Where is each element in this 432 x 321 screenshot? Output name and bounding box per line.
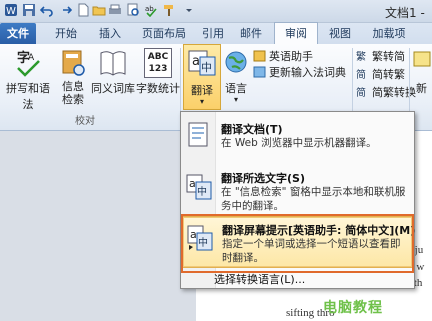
tab-mailings[interactable]: 邮件 [234, 23, 268, 44]
svg-text:a: a [192, 54, 200, 69]
word-count-button[interactable]: ABC 123 字数统计 [136, 48, 180, 96]
spelling-icon[interactable]: ab [144, 3, 158, 17]
svg-text:a: a [189, 177, 196, 190]
tab-addins[interactable]: 加载项 [364, 23, 414, 44]
menu-item-translate-document[interactable]: 翻译文档(T) 在 Web 浏览器中显示机器翻译。 [181, 118, 414, 156]
tab-file[interactable]: 文件 [0, 23, 36, 44]
svg-text:A: A [28, 53, 35, 63]
spelling-grammar-icon: 字A [14, 48, 42, 78]
translate-label: 翻译 [191, 84, 213, 97]
tab-view[interactable]: 视图 [322, 23, 358, 44]
update-dictionary-icon [253, 66, 266, 78]
svg-text:繁: 繁 [356, 50, 366, 62]
menu-item-title: 翻译文档(T) [221, 123, 283, 136]
english-assistant-button[interactable]: 英语助手 [253, 48, 313, 64]
research-button[interactable]: 信息 检索 [56, 48, 90, 106]
abc-123-text: ABC 123 [147, 52, 169, 74]
word-count-label: 字数统计 [136, 82, 180, 95]
translate-screentip-icon: a中 [187, 225, 213, 251]
ribbon-tabs: 文件 开始 插入 页面布局 引用 邮件 审阅 视图 加载项 [0, 22, 432, 44]
menu-item-choose-translation-language[interactable]: 选择转换语言(L)... [181, 270, 414, 286]
undo-icon[interactable] [40, 3, 54, 17]
traditional-to-simplified-label: 繁转简 [372, 50, 405, 63]
redo-icon[interactable] [58, 3, 72, 17]
svg-text:中: 中 [198, 236, 208, 249]
print-preview-icon[interactable] [126, 3, 140, 17]
update-ime-dictionary-label: 更新输入法词典 [269, 66, 346, 79]
translate-dropdown-arrow-icon: ▾ [199, 97, 204, 106]
translate-selection-icon: a中 [186, 174, 212, 200]
menu-item-description: 指定一个单词或选择一个短语以查看即时翻译。 [222, 238, 401, 264]
open-folder-icon[interactable] [92, 3, 106, 17]
thesaurus-book-icon [99, 48, 127, 78]
translate-document-icon [188, 122, 208, 147]
menu-item-translate-selected-text[interactable]: a中 翻译所选文字(S) 在 "信息检索" 窗格中显示本地和联机服务中的翻译。 [181, 168, 414, 216]
traditional-to-simplified-icon: 繁 [356, 50, 369, 63]
english-assistant-icon [253, 50, 266, 62]
menu-item-title: 选择转换语言(L)... [214, 273, 306, 286]
save-icon[interactable] [22, 3, 36, 17]
new-comment-icon [412, 48, 432, 78]
translate-icon: a 中 [188, 50, 216, 76]
spelling-grammar-button[interactable]: 字A 拼写和语法 [2, 48, 54, 112]
chinese-conversion-button[interactable]: 简简繁转换 [356, 84, 416, 100]
tab-insert[interactable]: 插入 [92, 23, 128, 44]
simplified-to-traditional-button[interactable]: 简简转繁 [356, 66, 405, 82]
chinese-conversion-icon: 简 [356, 86, 369, 99]
simplified-to-traditional-icon: 简 [356, 68, 369, 81]
translate-dropdown-menu: 翻译文档(T) 在 Web 浏览器中显示机器翻译。 a中 翻译所选文字(S) 在… [180, 111, 415, 289]
word-icon[interactable]: W [4, 3, 18, 17]
svg-text:中: 中 [197, 185, 207, 198]
quick-access-toolbar: W ab 文档1 - [0, 0, 432, 23]
menu-item-description: 在 "信息检索" 窗格中显示本地和联机服务中的翻译。 [221, 186, 406, 212]
english-assistant-label: 英语助手 [269, 50, 313, 63]
language-globe-icon [222, 48, 250, 78]
menu-item-translate-screentip[interactable]: a中 翻译屏幕提示[英语助手: 简体中文](M) 指定一个单词或选择一个短语以查… [182, 216, 416, 268]
new-comment-label: 新 [416, 82, 427, 95]
language-dropdown-arrow-icon: ▾ [233, 95, 238, 104]
word-count-icon: ABC 123 [144, 48, 172, 78]
svg-text:简: 简 [356, 86, 366, 98]
menu-item-title: 翻译所选文字(S) [221, 172, 305, 185]
group-label-proofing: 校对 [75, 116, 95, 127]
new-comment-button[interactable]: 新 [411, 48, 432, 96]
svg-text:中: 中 [201, 61, 212, 74]
print-icon[interactable] [108, 3, 122, 17]
language-label: 语言 [225, 82, 247, 95]
tab-references[interactable]: 引用 [196, 23, 230, 44]
research-label: 信息 检索 [62, 80, 84, 106]
tab-home[interactable]: 开始 [48, 23, 84, 44]
menu-item-title: 翻译屏幕提示[英语助手: 简体中文](M) [222, 224, 416, 237]
research-book-icon [59, 48, 87, 78]
svg-text:W: W [6, 6, 16, 17]
update-ime-dictionary-button[interactable]: 更新输入法词典 [253, 64, 346, 80]
spelling-grammar-label: 拼写和语法 [6, 82, 50, 111]
tab-review[interactable]: 审阅 [274, 22, 318, 44]
language-button[interactable]: 语言 ▾ [221, 48, 251, 104]
menu-item-description: 在 Web 浏览器中显示机器翻译。 [221, 137, 377, 149]
simplified-to-traditional-label: 简转繁 [372, 68, 405, 81]
new-doc-icon[interactable] [76, 3, 90, 17]
svg-text:简: 简 [356, 68, 366, 80]
document-title: 文档1 - [385, 6, 425, 20]
svg-text:a: a [190, 228, 197, 241]
translate-button[interactable]: a 中 翻译 ▾ [183, 44, 221, 110]
format-painter-icon[interactable] [162, 3, 176, 17]
customize-qat-icon[interactable] [182, 3, 196, 17]
tab-page-layout[interactable]: 页面布局 [134, 23, 194, 44]
watermark-logo: 电脑教程 [323, 300, 383, 316]
thesaurus-label: 同义词库 [91, 82, 135, 95]
thesaurus-button[interactable]: 同义词库 [90, 48, 136, 96]
traditional-to-simplified-button[interactable]: 繁繁转简 [356, 48, 405, 64]
